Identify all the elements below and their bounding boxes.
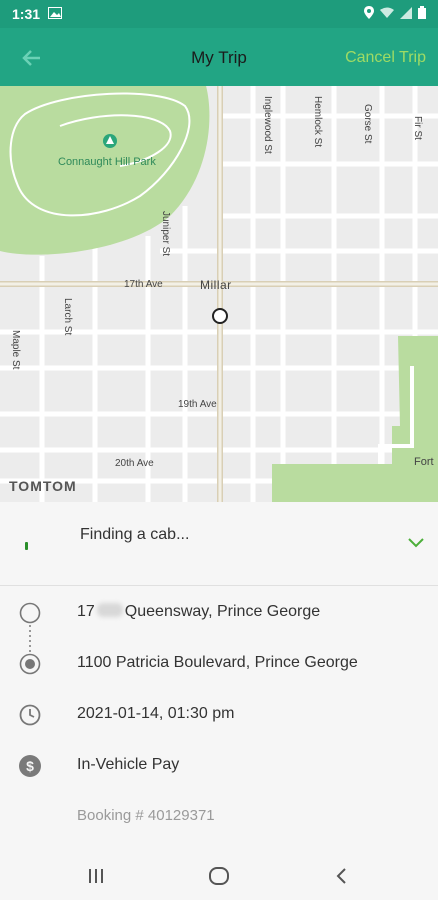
location-icon	[364, 6, 374, 22]
svg-text:$: $	[26, 758, 34, 774]
street-label-gorse: Gorse St	[362, 104, 373, 144]
app-bar: My Trip Cancel Trip	[0, 28, 438, 86]
back-icon[interactable]	[330, 864, 354, 888]
pickup-address-number: 17	[77, 603, 95, 620]
trip-status-text: Finding a cab...	[80, 526, 190, 543]
dollar-icon: $	[18, 754, 42, 778]
trip-details-sheet: Finding a cab... 17 Queensway, Prince Geo…	[0, 502, 438, 852]
home-icon[interactable]	[207, 864, 231, 888]
chevron-down-icon[interactable]	[406, 532, 426, 552]
trip-datetime: 2021-01-14, 01:30 pm	[77, 705, 235, 722]
wifi-icon	[380, 7, 394, 21]
status-time: 1:31	[12, 6, 41, 22]
dropoff-circle-icon	[18, 652, 42, 676]
battery-icon	[418, 6, 426, 22]
cancel-trip-button[interactable]: Cancel Trip	[345, 49, 426, 67]
redacted-blur	[96, 603, 123, 617]
system-nav-bar	[0, 852, 438, 900]
street-label-maple: Maple St	[10, 330, 21, 370]
trip-status-bar[interactable]: Finding a cab...	[0, 502, 438, 586]
street-label-hemlock: Hemlock St	[312, 96, 323, 148]
area-label-edge: Fort	[414, 456, 434, 468]
clock-icon	[18, 703, 42, 727]
trip-info-list: 17 Queensway, Prince George 1100 Patricia…	[0, 587, 438, 842]
street-label-juniper: Juniper St	[160, 211, 171, 257]
datetime-row: 2021-01-14, 01:30 pm	[0, 689, 438, 740]
pickup-circle-icon	[18, 601, 42, 625]
pickup-row: 17 Queensway, Prince George	[0, 587, 438, 638]
payment-row: $ In-Vehicle Pay	[0, 740, 438, 791]
area-label: Millar	[200, 278, 232, 292]
street-label-20th-ave: 20th Ave	[115, 458, 154, 469]
status-bar: 1:31	[0, 0, 438, 28]
street-label-larch: Larch St	[62, 298, 73, 336]
street-label-17th-ave: 17th Ave	[124, 279, 163, 290]
image-notification-icon	[48, 6, 63, 22]
street-label-19th-ave: 19th Ave	[178, 399, 217, 410]
pickup-address-street: Queensway, Prince George	[124, 603, 321, 620]
payment-method: In-Vehicle Pay	[77, 756, 180, 773]
pickup-address: 17 Queensway, Prince George	[77, 603, 320, 621]
dropoff-row: 1100 Patricia Boulevard, Prince George	[0, 638, 438, 689]
street-label-inglewood: Inglewood St	[262, 96, 273, 154]
booking-row: Booking # 40129371	[0, 791, 438, 842]
street-label-fir: Fir St	[412, 116, 423, 140]
recent-apps-icon[interactable]	[84, 864, 108, 888]
signal-icon	[400, 6, 412, 22]
dropoff-address: 1100 Patricia Boulevard, Prince George	[77, 654, 358, 671]
map-view[interactable]: Connaught Hill Park Millar 17th Ave 19th…	[0, 86, 438, 502]
loading-spinner-icon	[25, 542, 28, 550]
booking-number: Booking # 40129371	[77, 807, 215, 824]
map-canvas	[0, 86, 438, 502]
park-label: Connaught Hill Park	[58, 156, 156, 168]
tomtom-logo: TOMTOM	[9, 478, 77, 494]
